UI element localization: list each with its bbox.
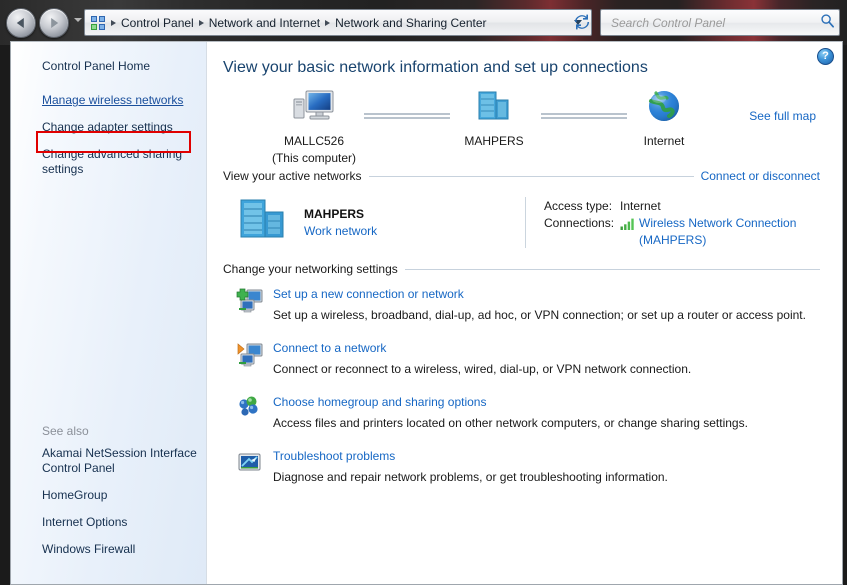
sidebar: Control Panel Home Manage wireless netwo… [11, 42, 207, 584]
active-network-name: MAHPERS [304, 206, 365, 221]
networking-settings-header: Change your networking settings [223, 262, 820, 276]
active-network-row: MAHPERS Work network Access type: Intern… [221, 189, 820, 258]
setting-description: Diagnose and repair network problems, or… [273, 470, 668, 484]
sidebar-item-change-advanced-sharing-settings[interactable]: Change advanced sharing settings [11, 144, 206, 180]
add-connection-icon [235, 286, 265, 316]
active-network-identity[interactable]: MAHPERS Work network [235, 195, 525, 250]
networking-settings-list: Set up a new connection or network Set u… [223, 286, 820, 485]
networking-settings-title: Change your networking settings [223, 262, 398, 276]
setting-text: Connect to a network Connect or reconnec… [273, 340, 691, 377]
setting-item-homegroup-sharing[interactable]: Choose homegroup and sharing options Acc… [223, 394, 820, 431]
network-server-icon [472, 91, 516, 131]
see-also-title: See also [42, 424, 89, 438]
setting-title[interactable]: Set up a new connection or network [273, 286, 806, 302]
search-icon[interactable] [820, 13, 835, 33]
map-connection-line [364, 113, 450, 119]
see-also-section: See also Akamai NetSession Interface Con… [11, 424, 206, 566]
active-network-details: Access type: Internet Connections: Wirel… [544, 195, 820, 249]
setting-title[interactable]: Connect to a network [273, 340, 691, 356]
detail-label: Connections: [544, 216, 615, 230]
map-node-label: MALLC526 [283, 134, 345, 148]
search-box[interactable] [600, 9, 840, 36]
refresh-icon[interactable] [572, 12, 592, 32]
sidebar-task-list: Manage wireless networks Change adapter … [11, 90, 206, 180]
setting-item-connect-to-network[interactable]: Connect to a network Connect or reconnec… [223, 340, 820, 377]
setting-text: Set up a new connection or network Set u… [273, 286, 806, 323]
sidebar-item-control-panel-home[interactable]: Control Panel Home [11, 56, 206, 77]
detail-row-connections: Connections: Wireless Network Connection… [544, 215, 820, 249]
map-node-this-computer[interactable]: MALLC526 (This computer) [259, 87, 369, 166]
page-title: View your basic network information and … [223, 59, 648, 76]
map-node-label: MAHPERS [464, 134, 524, 148]
breadcrumb-network-and-internet[interactable]: Network and Internet [206, 14, 323, 32]
map-node-label: Internet [643, 134, 685, 148]
breadcrumb-network-and-sharing-center[interactable]: Network and Sharing Center [332, 14, 489, 32]
breadcrumb-control-panel[interactable]: Control Panel [118, 14, 197, 32]
wifi-signal-icon [620, 218, 635, 230]
active-networks-header: View your active networks Connect or dis… [223, 169, 820, 183]
setting-description: Connect or reconnect to a wireless, wire… [273, 362, 692, 376]
connect-network-icon [235, 340, 265, 370]
breadcrumb-separator-icon [111, 19, 116, 26]
setting-text: Troubleshoot problems Diagnose and repai… [273, 448, 668, 485]
globe-icon [644, 91, 684, 131]
back-arrow-icon [16, 18, 24, 28]
history-dropdown-icon[interactable] [74, 18, 82, 22]
setting-description: Access files and printers located on oth… [273, 416, 748, 430]
setting-title[interactable]: Troubleshoot problems [273, 448, 668, 464]
map-node-internet[interactable]: Internet [609, 87, 719, 149]
address-bar[interactable]: Control Panel Network and Internet Netwo… [84, 9, 592, 36]
homegroup-icon [235, 394, 265, 424]
sidebar-item-homegroup[interactable]: HomeGroup [11, 485, 206, 506]
sidebar-item-change-adapter-settings[interactable]: Change adapter settings [11, 117, 206, 138]
detail-row-access-type: Access type: Internet [544, 198, 820, 215]
sidebar-item-manage-wireless-networks[interactable]: Manage wireless networks [11, 90, 206, 111]
active-networks-title: View your active networks [223, 169, 362, 183]
sidebar-item-internet-options[interactable]: Internet Options [11, 512, 206, 533]
help-question-icon[interactable]: ? [817, 48, 834, 65]
sidebar-item-akamai-netsession[interactable]: Akamai NetSession Interface Control Pane… [11, 443, 206, 479]
active-network-text: MAHPERS Work network [304, 206, 377, 240]
map-node-sublabel: (This computer) [271, 151, 357, 165]
navigation-buttons [6, 8, 78, 38]
sidebar-item-windows-firewall[interactable]: Windows Firewall [11, 539, 206, 560]
setting-text: Choose homegroup and sharing options Acc… [273, 394, 748, 431]
control-panel-icon [90, 15, 106, 31]
back-button[interactable] [6, 8, 36, 38]
detail-label: Access type: [544, 199, 613, 213]
connect-or-disconnect-link[interactable]: Connect or disconnect [701, 169, 820, 183]
setting-item-set-up-new-connection[interactable]: Set up a new connection or network Set u… [223, 286, 820, 323]
wireless-network-connection-link[interactable]: Wireless Network Connection (MAHPERS) [639, 215, 820, 249]
network-map: MALLC526 (This computer) MAHPERS Interne… [221, 87, 820, 165]
vertical-divider [525, 197, 526, 248]
breadcrumb-separator-icon [325, 19, 331, 26]
setting-title[interactable]: Choose homegroup and sharing options [273, 394, 748, 410]
setting-item-troubleshoot-problems[interactable]: Troubleshoot problems Diagnose and repai… [223, 448, 820, 485]
main-content: ? View your basic network information an… [207, 42, 842, 584]
section-divider [404, 268, 820, 270]
detail-value-access-type: Internet [620, 199, 661, 213]
forward-button[interactable] [39, 8, 69, 38]
map-node-mahpers[interactable]: MAHPERS [439, 87, 549, 149]
search-input[interactable] [609, 14, 820, 31]
see-full-map-link[interactable]: See full map [749, 109, 816, 123]
network-server-icon [235, 195, 291, 250]
forward-arrow-icon [51, 18, 59, 28]
computer-icon [290, 90, 338, 131]
setting-description: Set up a wireless, broadband, dial-up, a… [273, 308, 806, 322]
explorer-window-body: Control Panel Home Manage wireless netwo… [10, 41, 843, 585]
active-network-type-link[interactable]: Work network [304, 223, 377, 240]
troubleshoot-icon [235, 448, 265, 478]
breadcrumb-separator-icon [198, 19, 204, 26]
section-divider [368, 175, 694, 177]
